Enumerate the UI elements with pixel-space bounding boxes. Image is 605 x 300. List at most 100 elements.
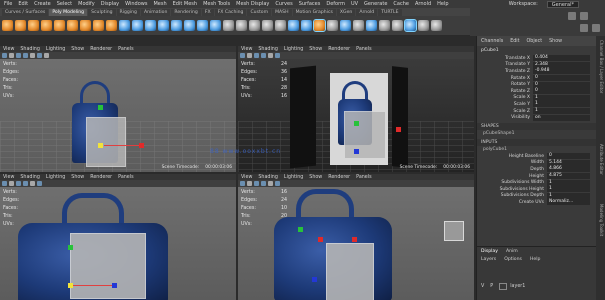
poly-sphere-icon[interactable] bbox=[2, 20, 13, 31]
center-pivot-icon[interactable] bbox=[379, 20, 390, 31]
select-camera-icon[interactable] bbox=[2, 181, 7, 186]
vp-menu-view[interactable]: View bbox=[241, 47, 252, 52]
viewport-bottom-right[interactable]: View Shading Lighting Show Renderer Pane… bbox=[238, 174, 474, 300]
menu-mesh-tools[interactable]: Mesh Tools bbox=[203, 1, 230, 7]
z-axis-cube-handle[interactable] bbox=[312, 277, 317, 282]
textured-icon[interactable] bbox=[23, 53, 28, 58]
shelf-tab-mash[interactable]: MASH bbox=[272, 9, 292, 16]
layer-name[interactable]: layer1 bbox=[510, 284, 525, 289]
menu-windows[interactable]: Windows bbox=[125, 1, 147, 7]
select-camera-icon[interactable] bbox=[2, 53, 7, 58]
smooth-shade-icon[interactable] bbox=[16, 53, 21, 58]
target-weld-icon[interactable] bbox=[262, 20, 273, 31]
input-attribute-value-field[interactable]: 4.875 bbox=[547, 173, 590, 180]
channel-attribute-name[interactable]: Scale X bbox=[477, 95, 533, 100]
separate-icon[interactable] bbox=[132, 20, 143, 31]
menu-modify[interactable]: Modify bbox=[78, 1, 95, 7]
menu-mesh[interactable]: Mesh bbox=[153, 1, 166, 7]
x-axis-cube-handle[interactable] bbox=[139, 143, 144, 148]
layer-visibility-flag[interactable]: V bbox=[481, 284, 484, 289]
input-attribute-value-field[interactable]: 1 bbox=[547, 192, 590, 199]
vp-menu-panels[interactable]: Panels bbox=[118, 47, 133, 52]
vp-menu-show[interactable]: Show bbox=[71, 47, 84, 52]
bridge-icon[interactable] bbox=[197, 20, 208, 31]
viewport-scene[interactable]: Verts: Edges: Faces: Tris: UVs: bbox=[0, 187, 236, 300]
xray-icon[interactable] bbox=[37, 53, 42, 58]
menu-cache[interactable]: Cache bbox=[393, 1, 409, 7]
wireframe-icon[interactable] bbox=[9, 53, 14, 58]
mirror-icon[interactable] bbox=[171, 20, 182, 31]
channel-attribute-value-field[interactable]: 1 bbox=[533, 108, 590, 115]
menu-select[interactable]: Select bbox=[57, 1, 72, 7]
input-attribute-name[interactable]: Width bbox=[477, 160, 547, 165]
channel-attribute-value-field[interactable]: 2.348 bbox=[533, 61, 590, 68]
poly-cone-icon[interactable] bbox=[41, 20, 52, 31]
smooth-shade-icon[interactable] bbox=[254, 181, 259, 186]
shelf-tab-curves-surfaces[interactable]: Curves / Surfaces bbox=[2, 9, 49, 16]
shelf-tab-motion-graphics[interactable]: Motion Graphics bbox=[292, 9, 336, 16]
image-plane-side[interactable] bbox=[290, 65, 316, 169]
view-cube[interactable] bbox=[444, 221, 464, 241]
channel-attribute-value-field[interactable]: 0 bbox=[533, 81, 590, 88]
shelf-tab-rigging[interactable]: Rigging bbox=[116, 9, 140, 16]
shelf-tab-turtle[interactable]: TURTLE bbox=[378, 9, 402, 16]
vp-menu-renderer[interactable]: Renderer bbox=[90, 47, 112, 52]
wireframe-icon[interactable] bbox=[9, 181, 14, 186]
vtab-attribute-editor[interactable]: Attribute Editor bbox=[597, 144, 604, 175]
shelf-tab-animation[interactable]: Animation bbox=[140, 9, 171, 16]
reference-cube[interactable] bbox=[344, 111, 386, 159]
input-attribute-value-field[interactable]: 5.144 bbox=[547, 159, 590, 166]
input-attribute-value-field[interactable]: Normaliz... bbox=[547, 199, 590, 206]
vp-menu-panels[interactable]: Panels bbox=[356, 47, 371, 52]
hypershade-icon[interactable] bbox=[431, 20, 442, 31]
delete-history-icon[interactable] bbox=[392, 20, 403, 31]
poly-cube-icon[interactable] bbox=[15, 20, 26, 31]
planar-map-icon[interactable] bbox=[288, 20, 299, 31]
layer-menu-options[interactable]: Options bbox=[504, 257, 522, 262]
shape-name[interactable]: pCubeShape1 bbox=[477, 130, 596, 137]
center-handle[interactable] bbox=[68, 283, 73, 288]
input-attribute-value-field[interactable]: 0 bbox=[547, 153, 590, 160]
menu-curves[interactable]: Curves bbox=[275, 1, 292, 7]
y-axis-cube-handle[interactable] bbox=[68, 245, 73, 250]
shelf-tab-xgen[interactable]: XGen bbox=[336, 9, 356, 16]
append-polygon-icon[interactable] bbox=[223, 20, 234, 31]
menu-help[interactable]: Help bbox=[437, 1, 448, 7]
vp-menu-lighting[interactable]: Lighting bbox=[46, 175, 65, 180]
smooth-shade-icon[interactable] bbox=[16, 181, 21, 186]
shelf-tab-fx-caching[interactable]: FX Caching bbox=[214, 9, 247, 16]
channel-attribute-name[interactable]: Translate Y bbox=[477, 62, 533, 67]
toggle-attribute-editor-icon[interactable] bbox=[592, 24, 600, 32]
vp-menu-view[interactable]: View bbox=[3, 175, 14, 180]
vp-menu-panels[interactable]: Panels bbox=[118, 175, 133, 180]
smooth-shade-icon[interactable] bbox=[254, 53, 259, 58]
bevel-icon[interactable] bbox=[210, 20, 221, 31]
vp-menu-renderer[interactable]: Renderer bbox=[328, 175, 350, 180]
automatic-map-icon[interactable] bbox=[301, 20, 312, 31]
channel-attribute-name[interactable]: Rotate X bbox=[477, 76, 533, 81]
vtab-channel-box[interactable]: Channel Box / Layer Editor bbox=[597, 40, 604, 93]
grid-toggle-icon[interactable] bbox=[30, 53, 35, 58]
viewport-scene[interactable]: Verts: 24 Edges: 36 Faces: 14 Tris: 28 UVs: 1… bbox=[238, 59, 474, 172]
freeze-transform-icon[interactable] bbox=[366, 20, 377, 31]
z-axis-cube-handle[interactable] bbox=[112, 283, 117, 288]
multi-cut-icon[interactable] bbox=[249, 20, 260, 31]
grid-toggle-icon[interactable] bbox=[268, 181, 273, 186]
vp-menu-shading[interactable]: Shading bbox=[20, 175, 40, 180]
channel-attribute-value-field[interactable]: 0.404 bbox=[533, 55, 590, 62]
soft-select-icon[interactable] bbox=[313, 19, 326, 32]
reference-cube[interactable] bbox=[86, 117, 126, 167]
vp-menu-shading[interactable]: Shading bbox=[20, 47, 40, 52]
quad-draw-icon[interactable] bbox=[340, 20, 351, 31]
x-axis-handle[interactable] bbox=[104, 145, 142, 146]
menu-surfaces[interactable]: Surfaces bbox=[299, 1, 321, 7]
select-camera-icon[interactable] bbox=[240, 53, 245, 58]
channel-attribute-value-field[interactable]: 1 bbox=[533, 101, 590, 108]
channel-attribute-name[interactable]: Translate X bbox=[477, 56, 533, 61]
input-attribute-value-field[interactable]: 4.866 bbox=[547, 166, 590, 173]
smooth-icon[interactable] bbox=[145, 20, 156, 31]
vp-menu-show[interactable]: Show bbox=[71, 175, 84, 180]
isolate-icon[interactable] bbox=[44, 53, 49, 58]
shelf-tab-sculpting[interactable]: Sculpting bbox=[88, 9, 116, 16]
toggle-channel-box-icon[interactable] bbox=[580, 24, 588, 32]
